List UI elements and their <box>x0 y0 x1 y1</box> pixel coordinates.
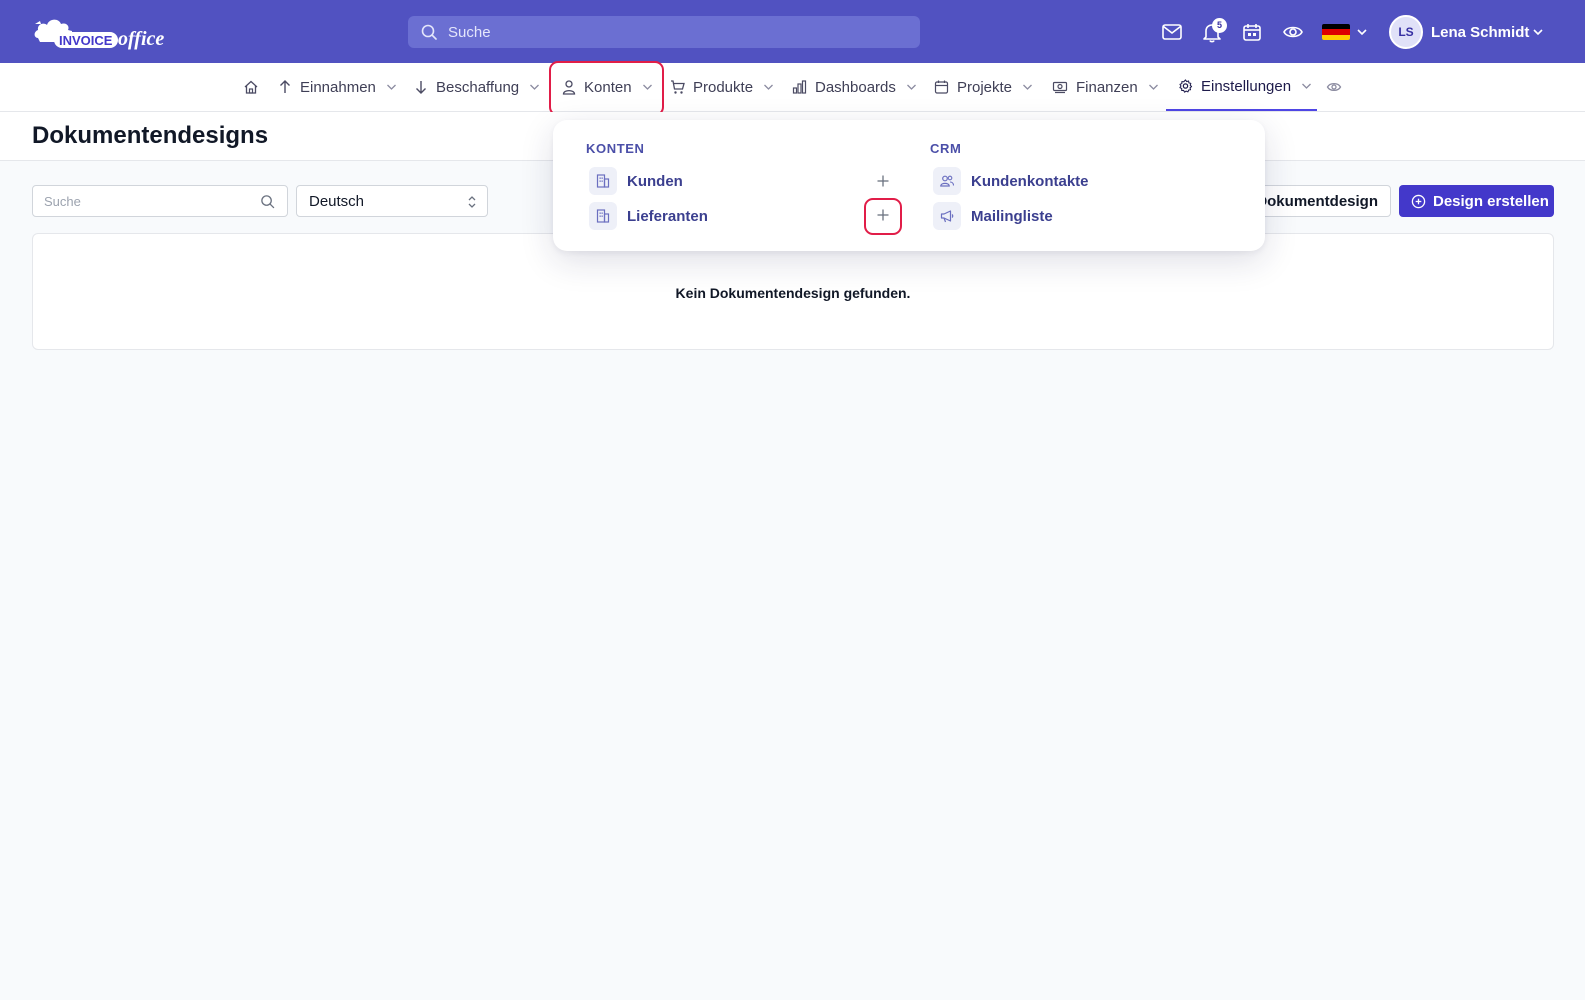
nav-beschaffung[interactable]: Beschaffung <box>414 63 540 111</box>
nav-preview[interactable] <box>1326 63 1342 111</box>
konten-section-heading: KONTEN <box>586 141 645 156</box>
crm-section-heading: CRM <box>930 141 962 156</box>
nav-home[interactable] <box>243 63 259 111</box>
bar-chart-icon <box>792 79 807 95</box>
create-design-button[interactable]: Design erstellen <box>1399 185 1554 217</box>
menu-item-label: Kundenkontakte <box>971 172 1089 190</box>
search-icon <box>421 24 437 40</box>
design-search-placeholder: Suche <box>44 194 81 209</box>
notification-count-badge: 5 <box>1212 18 1227 33</box>
chevron-down-icon <box>763 83 774 91</box>
mail-icon[interactable] <box>1161 21 1183 43</box>
menu-item-mailingliste[interactable]: Mailingliste <box>933 201 1053 231</box>
nav-label: Beschaffung <box>436 78 520 96</box>
eye-icon[interactable] <box>1282 21 1304 43</box>
calendar-icon <box>934 79 949 95</box>
chevron-down-icon[interactable] <box>1356 27 1368 37</box>
eye-icon <box>1326 79 1342 95</box>
money-icon <box>1052 79 1068 95</box>
nav-label: Finanzen <box>1076 78 1138 96</box>
plus-icon <box>877 175 889 187</box>
chevron-down-icon <box>1301 82 1312 90</box>
nav-projekte[interactable]: Projekte <box>934 63 1033 111</box>
building-icon <box>589 202 617 230</box>
empty-state-message: Kein Dokumentendesign gefunden. <box>675 285 911 301</box>
chevron-down-icon[interactable] <box>1532 27 1544 37</box>
global-search-placeholder: Suche <box>448 24 491 41</box>
users-icon <box>933 167 961 195</box>
create-design-label: Design erstellen <box>1433 192 1549 210</box>
nav-label: Dashboards <box>815 78 896 96</box>
calendar-icon[interactable] <box>1241 21 1263 43</box>
megaphone-icon <box>933 202 961 230</box>
main-navigation: Einnahmen Beschaffung Konten Produkte Da… <box>0 63 1585 112</box>
invoiceoffice-logo[interactable]: INVOICE office <box>32 14 177 50</box>
svg-text:office: office <box>118 28 164 50</box>
gear-icon <box>1178 78 1193 94</box>
chevron-down-icon <box>1022 83 1033 91</box>
nav-dashboards[interactable]: Dashboards <box>792 63 917 111</box>
global-search-input[interactable]: Suche <box>408 16 920 48</box>
add-lieferant-highlight-ring <box>864 198 902 235</box>
nav-label: Einstellungen <box>1201 77 1292 95</box>
cart-icon <box>670 79 685 95</box>
menu-item-kundenkontakte[interactable]: Kundenkontakte <box>933 166 1089 196</box>
menu-item-label: Mailingliste <box>971 207 1053 225</box>
menu-item-label: Kunden <box>627 172 683 190</box>
chevron-up-down-icon <box>467 195 477 209</box>
chevron-down-icon <box>386 83 397 91</box>
menu-item-lieferanten[interactable]: Lieferanten <box>589 201 708 231</box>
nav-label: Einnahmen <box>300 78 376 96</box>
arrow-up-icon <box>278 79 292 95</box>
plus-circle-icon <box>1411 194 1426 209</box>
search-icon <box>260 194 275 209</box>
language-select-value: Deutsch <box>309 193 365 210</box>
user-name[interactable]: Lena Schmidt <box>1431 24 1529 41</box>
chevron-down-icon <box>1148 83 1159 91</box>
dokumentdesign-button[interactable]: Dokumentdesign <box>1245 185 1391 217</box>
svg-text:INVOICE: INVOICE <box>59 33 113 48</box>
language-select[interactable]: Deutsch <box>296 185 488 217</box>
konten-highlight-ring <box>549 61 664 116</box>
building-icon <box>589 167 617 195</box>
chevron-down-icon <box>529 83 540 91</box>
avatar[interactable]: LS <box>1389 15 1423 49</box>
nav-einstellungen[interactable]: Einstellungen <box>1166 63 1317 111</box>
nav-finanzen[interactable]: Finanzen <box>1052 63 1159 111</box>
home-icon <box>243 79 259 95</box>
add-kunde-button[interactable] <box>869 167 897 195</box>
nav-einnahmen[interactable]: Einnahmen <box>278 63 397 111</box>
design-search-input[interactable]: Suche <box>32 185 288 217</box>
arrow-down-icon <box>414 79 428 95</box>
language-flag[interactable] <box>1322 24 1350 40</box>
chevron-down-icon <box>906 83 917 91</box>
konten-dropdown-menu: KONTEN CRM Kunden Lieferanten Kundenkont… <box>553 120 1265 251</box>
menu-item-kunden[interactable]: Kunden <box>589 166 683 196</box>
nav-label: Produkte <box>693 78 754 96</box>
nav-produkte[interactable]: Produkte <box>670 63 774 111</box>
top-bar: INVOICE office Suche 5 LS Lena Schmidt <box>0 0 1585 63</box>
menu-item-label: Lieferanten <box>627 207 708 225</box>
nav-label: Projekte <box>957 78 1013 96</box>
page-title: Dokumentendesigns <box>32 122 269 149</box>
flag-stripe-gold <box>1322 34 1350 40</box>
